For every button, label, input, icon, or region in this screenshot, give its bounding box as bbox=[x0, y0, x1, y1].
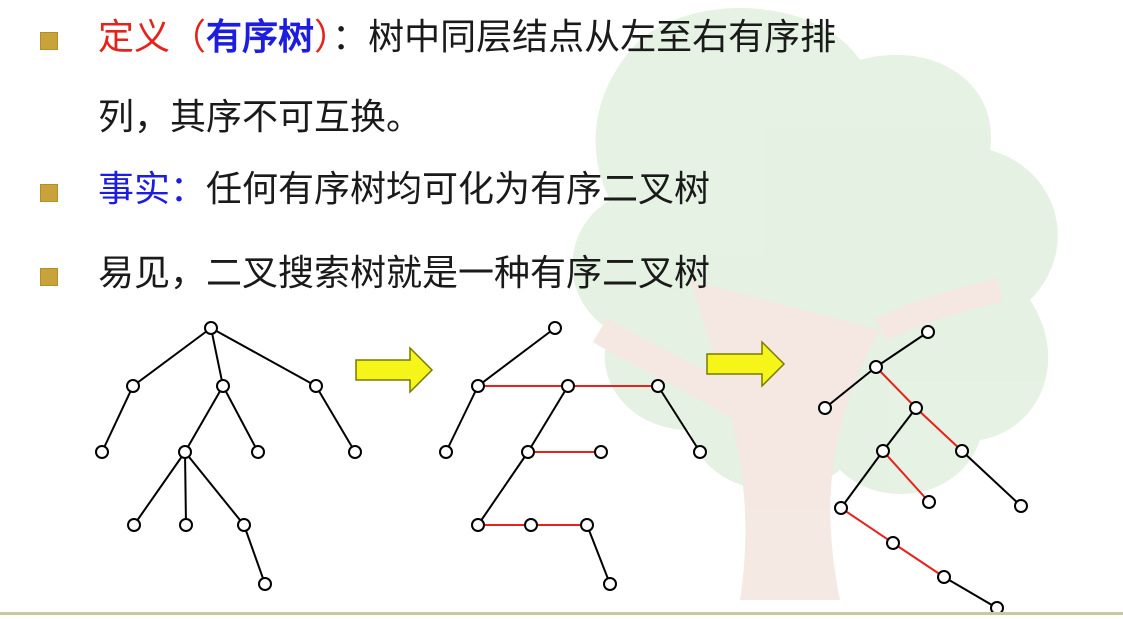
footer-divider bbox=[0, 612, 1123, 615]
general-tree-nodes bbox=[95, 321, 362, 591]
tree-conversion-diagram bbox=[95, 321, 1028, 615]
linked-tree-sibling-edges bbox=[478, 385, 658, 526]
binary-tree bbox=[824, 331, 1022, 609]
linked-tree bbox=[445, 327, 701, 585]
arrow-right-icon bbox=[706, 340, 786, 388]
binary-tree-nodes bbox=[818, 325, 1028, 615]
arrow-right-icon bbox=[355, 346, 434, 394]
linked-tree-nodes bbox=[439, 321, 707, 591]
general-tree bbox=[101, 327, 356, 585]
binary-tree-right-edges bbox=[840, 366, 963, 578]
